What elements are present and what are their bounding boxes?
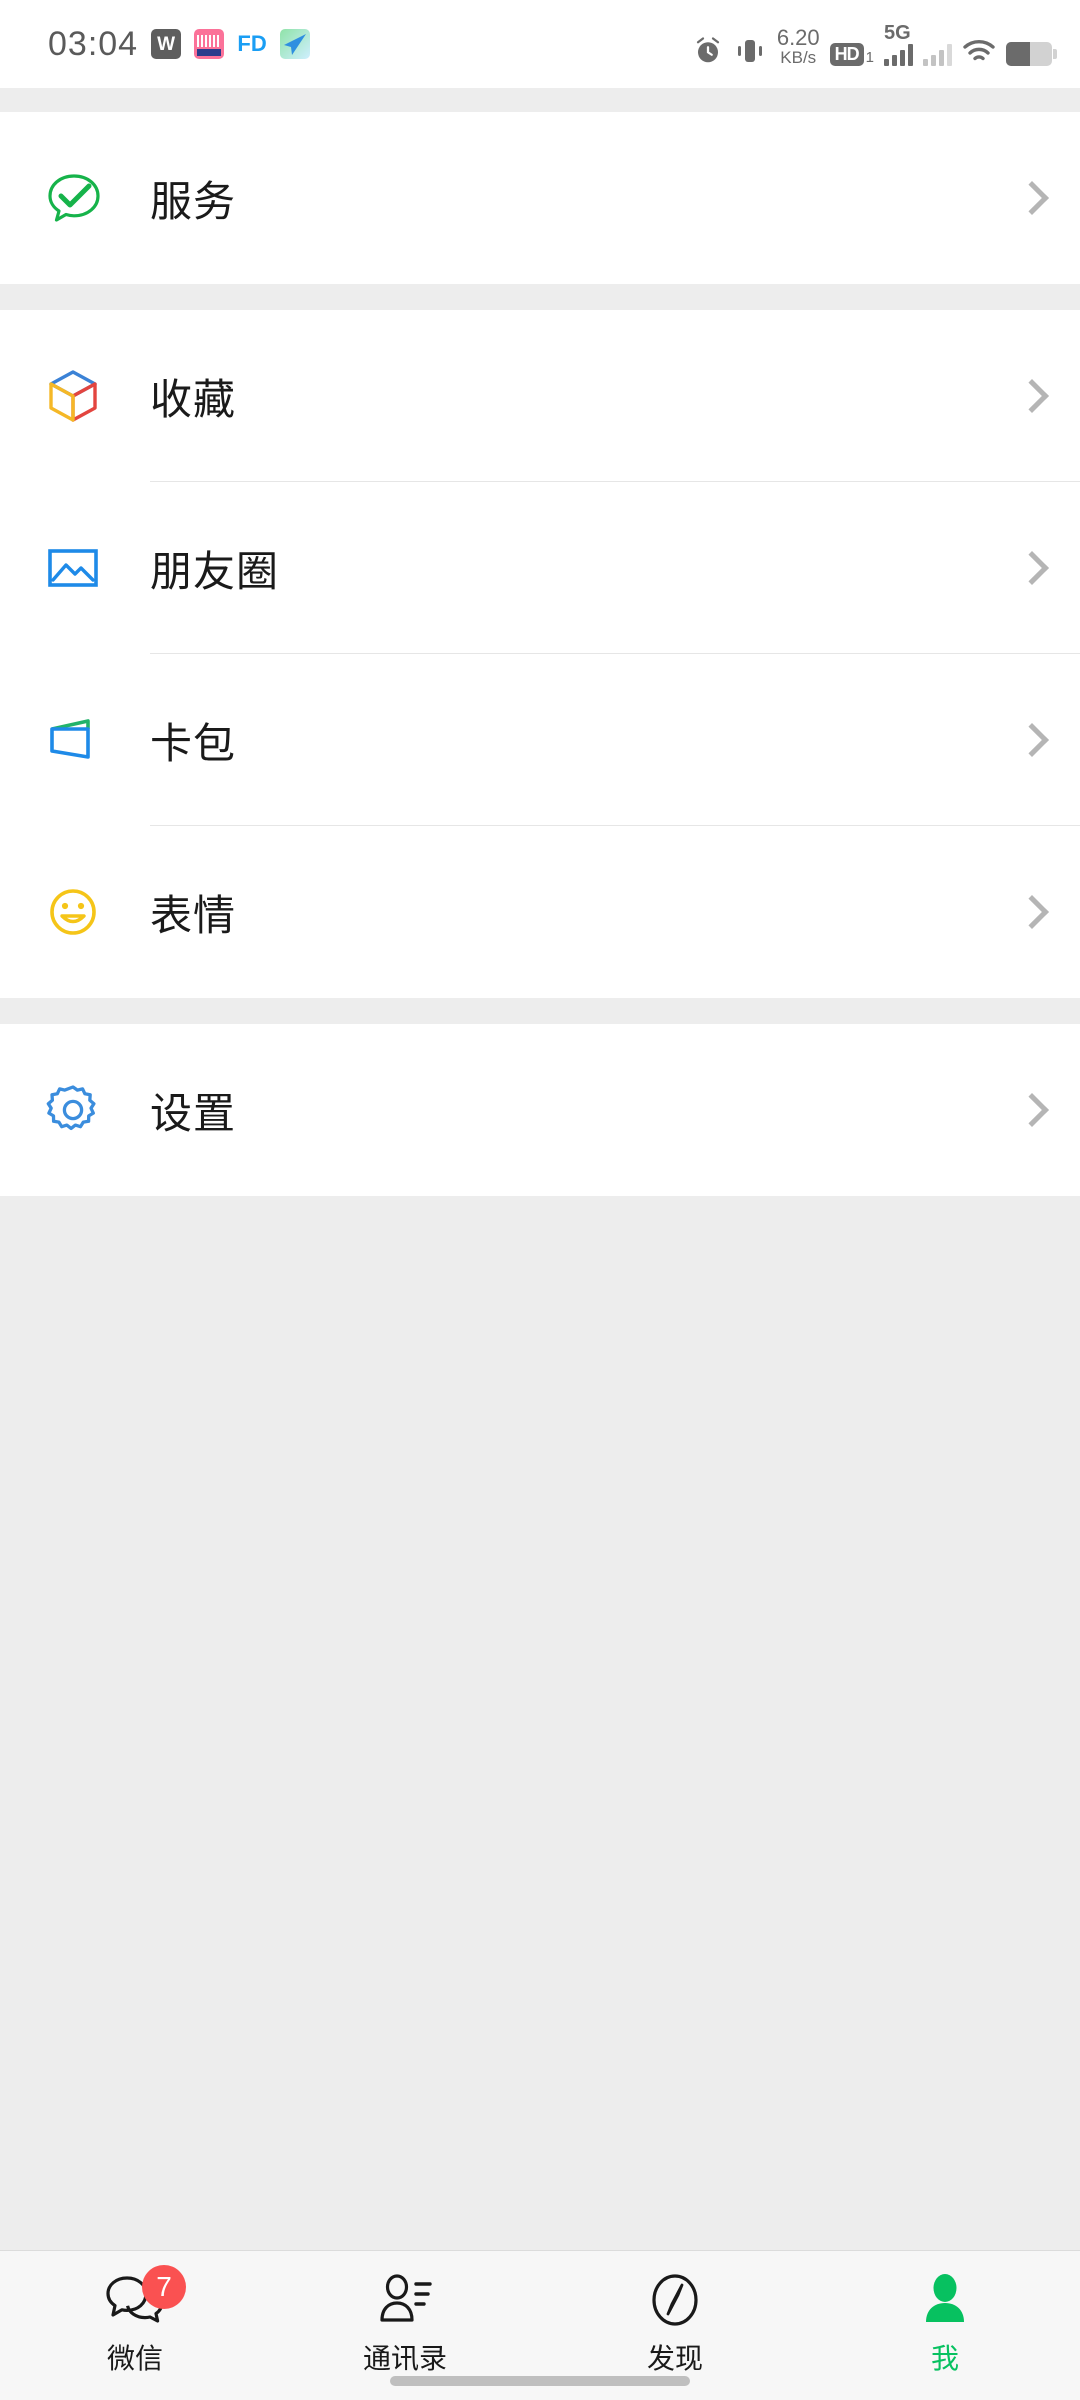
row-label: 服务 — [150, 177, 237, 225]
chat-bubbles-icon: 7 — [104, 2265, 186, 2331]
row-cards[interactable]: 卡包 — [0, 654, 1080, 826]
content-section: 收藏 朋友圈 卡包 表情 — [0, 310, 1080, 998]
settings-section: 设置 — [0, 1024, 1080, 1196]
row-favorites[interactable]: 收藏 — [0, 310, 1080, 482]
moments-photo-icon — [42, 537, 150, 599]
tab-label: 微信 — [106, 2343, 163, 2374]
chevron-right-icon — [1015, 895, 1049, 929]
tab-contacts[interactable]: 通讯录 — [270, 2251, 540, 2377]
tab-label: 发现 — [646, 2343, 703, 2374]
status-time: 03:04 — [48, 24, 139, 63]
row-label: 卡包 — [150, 719, 237, 767]
favorites-cube-icon — [42, 365, 150, 427]
chevron-right-icon — [1015, 551, 1049, 585]
status-bar: 03:04 W FD 6.20 KB/s HD 1 5G — [0, 0, 1080, 88]
section-gap-top — [0, 88, 1080, 112]
unread-badge: 7 — [142, 2265, 186, 2309]
home-indicator[interactable] — [390, 2376, 690, 2386]
cards-wallet-icon — [42, 709, 150, 771]
speed-unit: KB/s — [780, 47, 817, 67]
row-services[interactable]: 服务 — [0, 112, 1080, 284]
bottom-tab-bar: 7 微信 通讯录 发现 我 — [0, 2250, 1080, 2400]
battery-icon — [1006, 41, 1057, 66]
row-label: 朋友圈 — [150, 547, 280, 595]
contacts-icon — [374, 2269, 436, 2331]
signal-secondary-icon — [923, 43, 952, 66]
speed-value: 6.20 — [776, 24, 820, 50]
row-label: 表情 — [150, 891, 237, 939]
chevron-right-icon — [1015, 1093, 1049, 1127]
status-bar-left: 03:04 W FD — [48, 24, 311, 64]
me-page: 服务 收藏 朋友圈 卡包 表情 设置 — [0, 88, 1080, 2400]
status-bar-right: 6.20 KB/s HD 1 5G — [693, 23, 1057, 67]
bilibili-icon — [194, 29, 225, 59]
alarm-icon — [693, 36, 723, 66]
row-settings[interactable]: 设置 — [0, 1024, 1080, 1196]
person-icon — [916, 2269, 974, 2331]
tab-label: 我 — [930, 2343, 959, 2374]
chevron-right-icon — [1015, 379, 1049, 413]
services-section: 服务 — [0, 112, 1080, 284]
fd-icon: FD — [237, 31, 267, 56]
hd-label: HD — [829, 42, 864, 66]
row-label: 设置 — [150, 1089, 237, 1137]
section-gap-2 — [0, 998, 1080, 1024]
tab-discover[interactable]: 发现 — [540, 2251, 810, 2377]
tab-me[interactable]: 我 — [810, 2251, 1080, 2377]
tab-wechat[interactable]: 7 微信 — [0, 2251, 270, 2377]
network-speed: 6.20 KB/s — [776, 24, 820, 67]
hd-voice-icon: HD 1 — [829, 42, 874, 66]
wifi-icon — [962, 38, 996, 66]
hd-sub: 1 — [865, 48, 874, 66]
row-stickers[interactable]: 表情 — [0, 826, 1080, 998]
signal-5g-icon: 5G — [884, 23, 913, 66]
tab-label: 通讯录 — [362, 2343, 447, 2374]
chevron-right-icon — [1015, 181, 1049, 215]
section-gap-1 — [0, 284, 1080, 310]
wps-icon: W — [151, 29, 182, 59]
stickers-smiley-icon — [42, 881, 150, 943]
network-type-label: 5G — [884, 21, 911, 44]
row-moments[interactable]: 朋友圈 — [0, 482, 1080, 654]
telegram-icon — [280, 29, 311, 59]
vibrate-icon — [733, 36, 767, 66]
services-chat-check-icon — [42, 166, 150, 230]
settings-gear-icon — [42, 1079, 150, 1141]
signal-bars-primary — [884, 43, 913, 66]
row-label: 收藏 — [150, 375, 237, 423]
compass-icon — [646, 2269, 704, 2331]
chevron-right-icon — [1015, 723, 1049, 757]
